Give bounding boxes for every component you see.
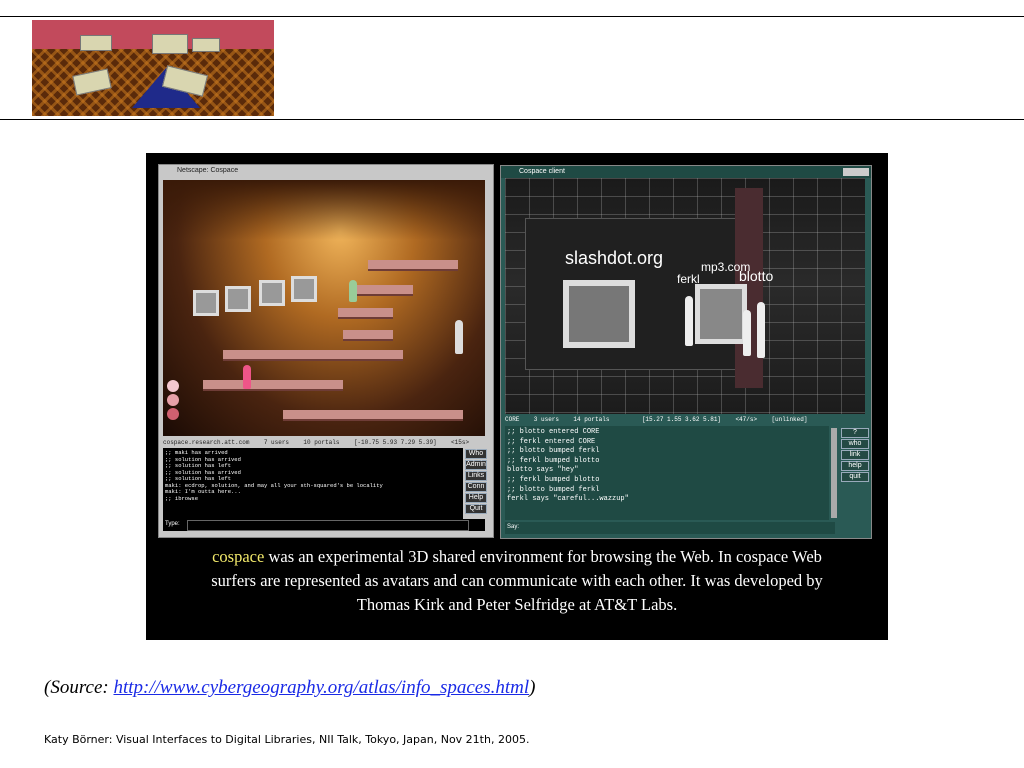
left-status-bar: cospace.research.att.com 7 users 10 port… <box>163 439 470 446</box>
caption-line-1: cospace was an experimental 3D shared en… <box>146 545 888 569</box>
stair <box>338 308 393 319</box>
right-window: Cospace client slashdot.org ferkl mp3.co… <box>500 165 872 539</box>
caption-line-1-text: was an experimental 3D shared environmen… <box>264 547 822 566</box>
source-prefix: (Source: <box>44 677 114 698</box>
portal <box>259 280 285 306</box>
cospace-logo-image <box>32 20 274 116</box>
scene-ceiling <box>163 180 485 240</box>
left-window-title: Netscape: Cospace <box>177 167 239 174</box>
right-window-title: Cospace client <box>501 166 871 178</box>
right-chat-log: ;; blotto entered CORE ;; ferkl entered … <box>505 426 829 520</box>
ferkl-label: ferkl <box>677 272 700 286</box>
nav-sphere[interactable] <box>167 408 179 420</box>
avatar <box>349 280 357 302</box>
avatar <box>243 365 251 389</box>
mp3-portal <box>695 284 747 344</box>
source-suffix: ) <box>529 677 536 698</box>
portal <box>225 286 251 312</box>
help-button[interactable]: help <box>841 461 869 471</box>
right-chat-input-row: Say: <box>505 522 835 534</box>
window-controls[interactable] <box>843 168 869 176</box>
conn-button[interactable]: Conn <box>465 482 487 492</box>
left-chat-input-row: Type: <box>163 519 485 531</box>
stair <box>343 330 393 341</box>
stair <box>223 350 403 361</box>
right-chat-scrollbar[interactable] <box>831 428 837 518</box>
left-input-label: Type: <box>165 521 180 527</box>
portal <box>291 276 317 302</box>
chat-line: ;; blotto bumped ferkl <box>507 447 600 456</box>
chat-line: ;; ferkl entered CORE <box>507 437 596 446</box>
screenshot-caption: cospace was an experimental 3D shared en… <box>146 545 888 617</box>
logo-card <box>152 34 188 54</box>
blotto-avatar <box>757 302 765 358</box>
link-button[interactable]: link <box>841 450 869 460</box>
quit-button[interactable]: quit <box>841 472 869 482</box>
ferkl-avatar <box>685 296 693 346</box>
blotto-label: blotto <box>739 268 774 284</box>
nav-sphere[interactable] <box>167 380 179 392</box>
chat-line: ;; ferkl bumped blotto <box>507 456 600 465</box>
query-button[interactable]: ? <box>841 428 869 438</box>
avatar <box>455 320 463 354</box>
slashdot-portal <box>563 280 635 348</box>
right-input-label: Say: <box>507 524 520 530</box>
chat-line: ;; ferkl bumped blotto <box>507 475 600 484</box>
who-button[interactable]: Who <box>465 449 487 459</box>
right-chat-input[interactable] <box>525 523 831 532</box>
caption-line-2: surfers are represented as avatars and c… <box>211 571 823 590</box>
right-status-bar: CORE 3 users 14 portals [15.27 1.55 3.62… <box>505 416 808 423</box>
chat-line: ;; blotto entered CORE <box>507 428 600 436</box>
stair <box>283 410 463 421</box>
chat-line: ;; ibrowse <box>165 494 199 502</box>
source-citation: (Source: http://www.cybergeography.org/a… <box>44 677 536 699</box>
admin-button[interactable]: Admin <box>465 460 487 470</box>
chat-line: blotto says "hey" <box>507 466 579 475</box>
top-rule <box>0 16 1024 17</box>
logo-card <box>192 38 220 52</box>
stair <box>203 380 343 391</box>
slashdot-label: slashdot.org <box>565 248 664 268</box>
who-button[interactable]: who <box>841 439 869 449</box>
links-button[interactable]: Links <box>465 471 487 481</box>
caption-highlight: cospace <box>212 547 265 566</box>
caption-line-3: Thomas Kirk and Peter Selfridge at AT&T … <box>356 595 678 614</box>
cospace-screenshot: Netscape: Cospace cospace.research.att.c… <box>146 153 888 640</box>
left-chat-input[interactable] <box>187 520 469 531</box>
chat-line: ferkl says "careful...wazzup" <box>507 495 629 504</box>
quit-button[interactable]: Quit <box>465 504 487 514</box>
local-avatar <box>743 310 751 356</box>
header-rule <box>0 119 1024 120</box>
left-window: Netscape: Cospace cospace.research.att.c… <box>158 164 494 538</box>
chat-line: ;; blotto bumped ferkl <box>507 485 600 494</box>
right-3d-scene: slashdot.org ferkl mp3.com blotto <box>505 178 865 414</box>
slide-footer: Katy Börner: Visual Interfaces to Digita… <box>44 733 530 746</box>
nav-sphere[interactable] <box>167 394 179 406</box>
stair <box>353 285 413 296</box>
logo-card <box>80 35 112 51</box>
left-3d-scene <box>163 180 485 436</box>
help-button[interactable]: Help <box>465 493 487 503</box>
stair <box>368 260 458 271</box>
left-chat-log: ;; maki has arrived ;; solution has arri… <box>163 448 463 520</box>
source-link[interactable]: http://www.cybergeography.org/atlas/info… <box>113 677 529 698</box>
portal <box>193 290 219 316</box>
